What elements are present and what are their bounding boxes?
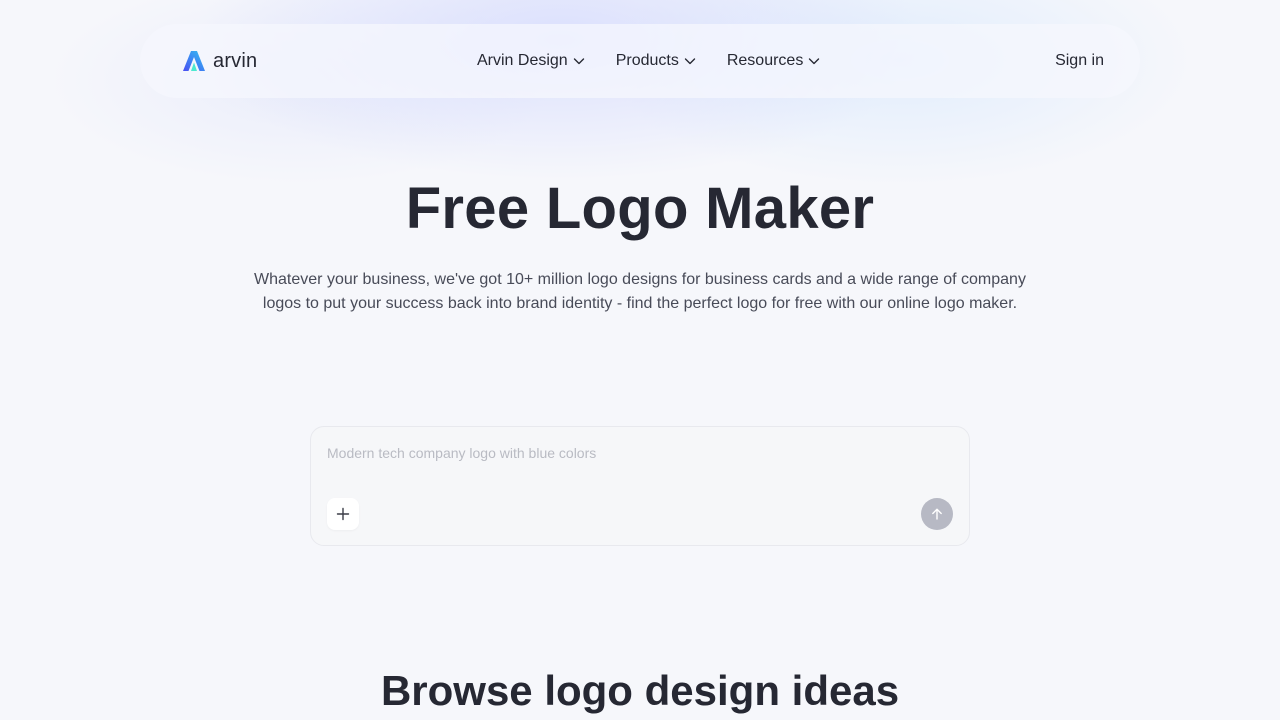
nav-item-arvin-design[interactable]: Arvin Design: [477, 52, 586, 70]
chevron-down-icon: [573, 58, 584, 65]
browse-section-title: Browse logo design ideas: [380, 667, 900, 714]
nav-item-label: Arvin Design: [477, 52, 568, 69]
chevron-down-icon: [684, 58, 696, 65]
add-attachment-button[interactable]: [327, 498, 359, 530]
top-navbar: arvin Arvin Design Products Resources Si…: [140, 24, 1140, 98]
arvin-logo-icon: [183, 51, 205, 71]
send-button[interactable]: [921, 498, 953, 530]
prompt-box: [310, 426, 970, 546]
main-nav: Arvin Design Products Resources: [477, 24, 821, 98]
plus-icon: [336, 507, 350, 521]
nav-item-resources[interactable]: Resources: [727, 52, 821, 70]
arrow-up-icon: [932, 508, 942, 520]
brand-logo-link[interactable]: arvin: [182, 50, 257, 73]
chevron-down-icon: [809, 58, 820, 65]
page-title: Free Logo Maker: [405, 176, 875, 241]
hero-subtitle: Whatever your business, we've got 10+ mi…: [254, 271, 1026, 312]
sign-in-link[interactable]: Sign in: [1055, 24, 1104, 98]
nav-item-products[interactable]: Products: [616, 52, 697, 70]
brand-name: arvin: [213, 49, 258, 72]
nav-item-label: Products: [615, 52, 679, 69]
nav-item-label: Resources: [726, 52, 804, 69]
prompt-input[interactable]: [327, 441, 953, 465]
